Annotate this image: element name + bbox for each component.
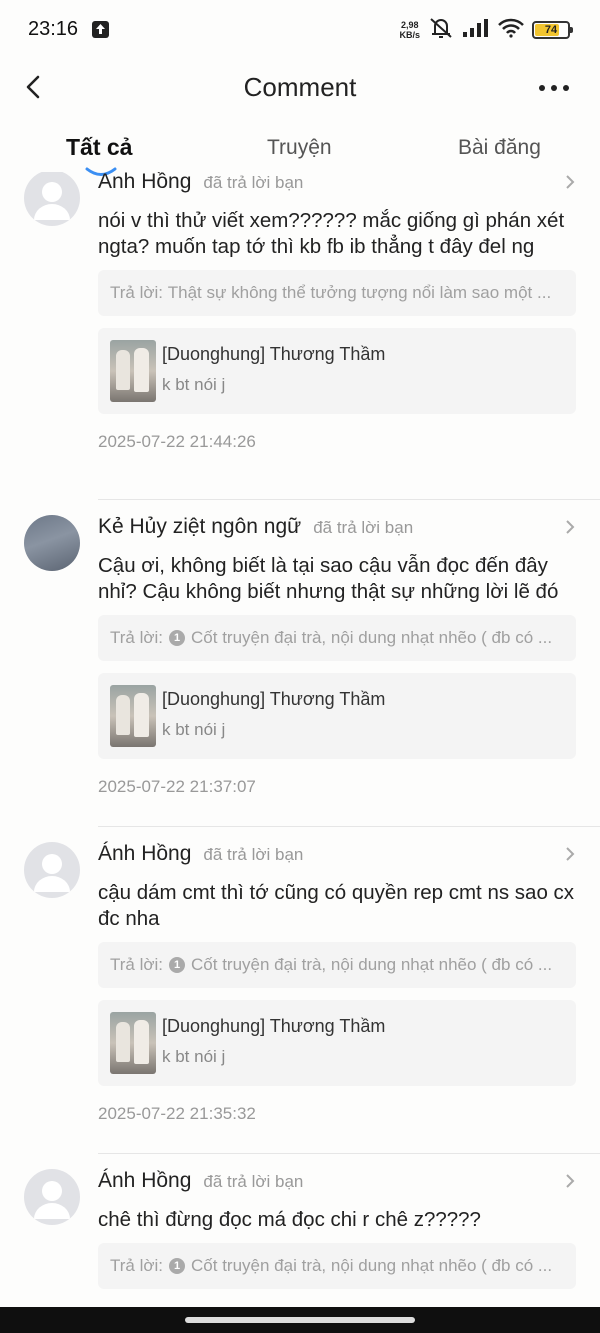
reply-prefix: Trả lời: xyxy=(110,955,164,974)
more-button[interactable] xyxy=(536,74,576,102)
user-name[interactable]: Ánh Hồng xyxy=(98,172,191,194)
divider xyxy=(98,499,600,500)
avatar[interactable] xyxy=(24,172,80,226)
story-info: [Duonghung] Thương Thầm k bt nói j xyxy=(162,685,385,747)
story-title: [Duonghung] Thương Thầm xyxy=(162,1016,386,1036)
battery-icon: 74 xyxy=(532,21,573,39)
wifi-icon xyxy=(498,18,524,43)
avatar[interactable] xyxy=(24,1169,80,1225)
mute-alarm-icon xyxy=(428,16,454,45)
reply-number-badge: 1 xyxy=(169,1258,186,1274)
story-title: [Duonghung] Thương Thầm xyxy=(162,344,386,364)
story-excerpt: k bt nói j xyxy=(162,720,226,739)
chevron-right-icon[interactable] xyxy=(564,173,576,191)
reply-text: Cốt truyện đại trà, nội dung nhạt nhẽo (… xyxy=(191,1256,553,1275)
page-title: Comment xyxy=(243,72,357,102)
story-cover-image xyxy=(110,685,156,747)
story-excerpt: k bt nói j xyxy=(162,375,226,394)
default-avatar-icon xyxy=(34,1181,70,1219)
user-name[interactable]: Ánh Hồng xyxy=(98,842,191,866)
status-bar: 23:16 2,98 KB/s 74 xyxy=(0,0,600,60)
network-speed-value: 2,98 xyxy=(400,20,419,30)
story-title: [Duonghung] Thương Thầm xyxy=(162,689,386,709)
default-avatar-icon xyxy=(34,854,70,892)
tab-stories[interactable]: Truyện xyxy=(267,136,332,160)
timestamp: 2025-07-22 21:37:07 xyxy=(98,777,256,796)
reply-prefix: Trả lời: xyxy=(110,283,164,302)
reply-text: Thật sự không thể tưởng tượng nổi làm sa… xyxy=(167,283,552,302)
story-info: [Duonghung] Thương Thầm k bt nói j xyxy=(162,340,385,402)
reply-preview[interactable]: Trả lời: 1 Cốt truyện đại trà, nội dung … xyxy=(98,942,576,988)
more-dots-icon xyxy=(539,85,569,91)
default-avatar-icon xyxy=(34,182,70,220)
header: Comment xyxy=(0,60,600,116)
comment-text: Cậu ơi, không biết là tại sao cậu vẫn đọ… xyxy=(98,554,559,603)
story-card[interactable]: [Duonghung] Thương Thầm k bt nói j xyxy=(98,1000,576,1086)
story-excerpt: k bt nói j xyxy=(162,1047,226,1066)
battery-level: 74 xyxy=(544,24,558,36)
chevron-right-icon[interactable] xyxy=(564,1172,576,1190)
chevron-right-icon[interactable] xyxy=(564,518,576,536)
network-speed-unit: KB/s xyxy=(399,30,420,40)
reply-number-badge: 1 xyxy=(169,630,186,646)
reply-preview[interactable]: Trả lời: 1 Cốt truyện đại trà, nội dung … xyxy=(98,1243,576,1289)
notification-content: Kẻ Hủy ziệt ngôn ngữ đã trả lời bạn Cậu … xyxy=(98,515,576,797)
reply-preview[interactable]: Trả lời: 1 Cốt truyện đại trà, nội dung … xyxy=(98,615,576,661)
action-text: đã trả lời bạn xyxy=(203,1172,304,1191)
story-card[interactable]: [Duonghung] Thương Thầm k bt nói j xyxy=(98,673,576,759)
status-time: 23:16 xyxy=(28,18,79,40)
avatar[interactable] xyxy=(24,515,80,571)
feed-content: Ánh Hồng đã trả lời bạn nói v thì thử vi… xyxy=(0,172,600,1307)
comment-text: nói v thì thử viết xem?????? mắc giống g… xyxy=(98,209,565,258)
status-right: 2,98 KB/s 74 xyxy=(399,16,573,45)
notification-item[interactable]: Ánh Hồng đã trả lời bạn chê thì đừng đọc… xyxy=(0,1153,600,1307)
user-name[interactable]: Ánh Hồng xyxy=(98,1169,191,1193)
reply-text: Cốt truyện đại trà, nội dung nhạt nhẽo (… xyxy=(191,955,553,974)
notification-content: Ánh Hồng đã trả lời bạn nói v thì thử vi… xyxy=(98,172,576,452)
reply-prefix: Trả lời: xyxy=(110,1256,164,1275)
avatar[interactable] xyxy=(24,842,80,898)
home-indicator[interactable] xyxy=(185,1317,415,1323)
timestamp: 2025-07-22 21:44:26 xyxy=(98,432,256,451)
story-cover-image xyxy=(110,1012,156,1074)
chevron-right-icon[interactable] xyxy=(564,845,576,863)
action-text: đã trả lời bạn xyxy=(313,518,414,537)
notification-header: Ánh Hồng đã trả lời bạn xyxy=(98,842,576,870)
user-name[interactable]: Kẻ Hủy ziệt ngôn ngữ xyxy=(98,515,301,539)
comment-text: cậu dám cmt thì tớ cũng có quyền rep cmt… xyxy=(98,881,575,930)
notification-header: Kẻ Hủy ziệt ngôn ngữ đã trả lời bạn xyxy=(98,515,576,543)
divider xyxy=(98,1153,600,1154)
notification-content: Ánh Hồng đã trả lời bạn cậu dám cmt thì … xyxy=(98,842,576,1124)
notification-item[interactable]: Ánh Hồng đã trả lời bạn nói v thì thử vi… xyxy=(0,172,600,499)
notification-header: Ánh Hồng đã trả lời bạn xyxy=(98,172,576,198)
network-speed: 2,98 KB/s xyxy=(399,20,420,40)
action-text: đã trả lời bạn xyxy=(203,173,304,192)
divider xyxy=(98,826,600,827)
reply-text: Cốt truyện đại trà, nội dung nhạt nhẽo (… xyxy=(191,628,553,647)
story-cover-image xyxy=(110,340,156,402)
notification-item[interactable]: Kẻ Hủy ziệt ngôn ngữ đã trả lời bạn Cậu … xyxy=(0,499,600,826)
comment-text: chê thì đừng đọc má đọc chi r chê z????? xyxy=(98,1208,481,1231)
story-card[interactable]: [Duonghung] Thương Thầm k bt nói j xyxy=(98,328,576,414)
navigation-bar xyxy=(0,1307,600,1333)
notification-feed[interactable]: Ánh Hồng đã trả lời bạn nói v thì thử vi… xyxy=(0,172,600,1307)
signal-icon xyxy=(462,18,490,43)
story-info: [Duonghung] Thương Thầm k bt nói j xyxy=(162,1012,385,1074)
reply-prefix: Trả lời: xyxy=(110,628,164,647)
action-text: đã trả lời bạn xyxy=(203,845,304,864)
reply-preview[interactable]: Trả lời: Thật sự không thể tưởng tượng n… xyxy=(98,270,576,316)
timestamp: 2025-07-22 21:35:32 xyxy=(98,1104,256,1123)
tab-posts[interactable]: Bài đăng xyxy=(458,136,541,160)
tab-all[interactable]: Tất cả xyxy=(66,134,132,161)
upload-notification-icon xyxy=(92,21,109,38)
notification-header: Ánh Hồng đã trả lời bạn xyxy=(98,1169,576,1197)
reply-number-badge: 1 xyxy=(169,957,186,973)
notification-content: Ánh Hồng đã trả lời bạn chê thì đừng đọc… xyxy=(98,1169,576,1289)
notification-item[interactable]: Ánh Hồng đã trả lời bạn cậu dám cmt thì … xyxy=(0,826,600,1153)
